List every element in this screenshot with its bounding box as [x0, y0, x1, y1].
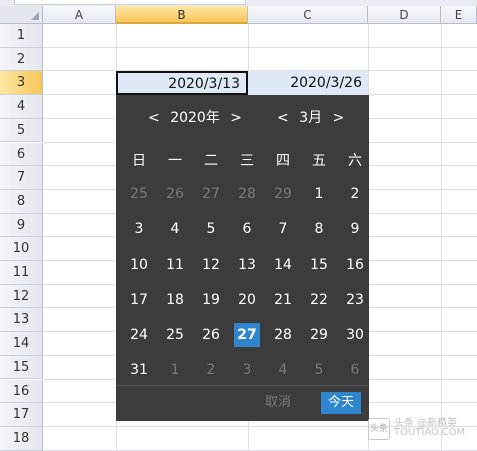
- prev-year-button[interactable]: <: [142, 110, 166, 126]
- day-cell-outside-month[interactable]: 25: [126, 182, 152, 206]
- watermark: 头条 头条 @新精英 TOUTIAO.COM: [368, 414, 477, 444]
- column-header-b[interactable]: B: [116, 6, 248, 24]
- day-cell[interactable]: 3: [126, 217, 152, 241]
- column-header-d[interactable]: D: [368, 6, 441, 24]
- day-cell[interactable]: 16: [342, 253, 368, 277]
- row-header-15[interactable]: 15: [0, 355, 43, 380]
- day-cell-outside-month[interactable]: 5: [306, 358, 332, 382]
- weekday-label: 五: [312, 153, 326, 169]
- weekday-label: 三: [240, 153, 254, 169]
- day-cell[interactable]: 17: [126, 288, 152, 312]
- day-cell[interactable]: 23: [342, 288, 368, 312]
- weekday-label: 日: [132, 153, 146, 169]
- day-cell-outside-month[interactable]: 26: [162, 182, 188, 206]
- column-header-a[interactable]: A: [43, 6, 116, 24]
- day-cell-outside-month[interactable]: 29: [270, 182, 296, 206]
- day-cell[interactable]: 14: [270, 253, 296, 277]
- weekday-label: 四: [276, 153, 290, 169]
- day-cell[interactable]: 2: [342, 182, 368, 206]
- row-header-5[interactable]: 5: [0, 118, 43, 143]
- row-header-16[interactable]: 16: [0, 379, 43, 404]
- row-header-3[interactable]: 3: [0, 71, 43, 96]
- next-month-button[interactable]: >: [327, 110, 351, 126]
- cell-c3[interactable]: 2020/3/26: [248, 71, 368, 95]
- column-header-c[interactable]: C: [248, 6, 368, 24]
- select-all-corner[interactable]: [0, 6, 43, 24]
- row-header-13[interactable]: 13: [0, 308, 43, 333]
- weekday-label: 二: [204, 153, 218, 169]
- year-nav: < 2020年 >: [142, 107, 248, 127]
- day-cell-outside-month[interactable]: 4: [270, 358, 296, 382]
- day-cell[interactable]: 21: [270, 288, 296, 312]
- day-cell[interactable]: 1: [306, 182, 332, 206]
- day-cell[interactable]: 7: [270, 217, 296, 241]
- row-header-17[interactable]: 17: [0, 403, 43, 427]
- toutiao-logo-icon: 头条: [368, 418, 390, 440]
- row-header-2[interactable]: 2: [0, 47, 43, 72]
- day-cell[interactable]: 25: [162, 323, 188, 347]
- row-header-1[interactable]: 1: [0, 24, 43, 48]
- formula-bar[interactable]: [14, 0, 246, 5]
- weekday-label: 六: [348, 153, 362, 169]
- row-header-12[interactable]: 12: [0, 284, 43, 309]
- day-cell[interactable]: 15: [306, 253, 332, 277]
- day-cell-outside-month[interactable]: 1: [162, 358, 188, 382]
- day-cell[interactable]: 18: [162, 288, 188, 312]
- day-cell[interactable]: 31: [126, 358, 152, 382]
- row-header-18[interactable]: 18: [0, 426, 43, 451]
- month-nav: < 3月 >: [271, 107, 350, 127]
- grid-line: [43, 449, 477, 451]
- watermark-line-2: TOUTIAO.COM: [394, 427, 466, 438]
- day-cell[interactable]: 10: [126, 253, 152, 277]
- day-cell[interactable]: 19: [198, 288, 224, 312]
- day-cell[interactable]: 20: [234, 288, 260, 312]
- next-year-button[interactable]: >: [224, 110, 248, 126]
- day-cell-today[interactable]: 27: [234, 323, 260, 347]
- day-cell[interactable]: 4: [162, 217, 188, 241]
- row-header-11[interactable]: 11: [0, 261, 43, 285]
- day-cell[interactable]: 9: [342, 217, 368, 241]
- day-cell-outside-month[interactable]: 3: [234, 358, 260, 382]
- date-picker: < 2020年 > < 3月 > 日一二三四五六 25 26 27 28 29 1 2 3 4 5…: [116, 95, 369, 421]
- day-cell[interactable]: 30: [342, 323, 368, 347]
- picker-footer-divider: [116, 385, 369, 386]
- day-cell[interactable]: 5: [198, 217, 224, 241]
- row-header-6[interactable]: 6: [0, 142, 43, 167]
- row-header-8[interactable]: 8: [0, 189, 43, 214]
- day-cell[interactable]: 8: [306, 217, 332, 241]
- day-cell-outside-month[interactable]: 2: [198, 358, 224, 382]
- day-cell[interactable]: 26: [198, 323, 224, 347]
- select-all-triangle-icon: [31, 12, 39, 20]
- day-cell[interactable]: 28: [270, 323, 296, 347]
- month-label: 3月: [299, 110, 323, 126]
- day-cell[interactable]: 13: [234, 253, 260, 277]
- row-header-9[interactable]: 9: [0, 213, 43, 238]
- cancel-button[interactable]: 取消: [258, 392, 298, 414]
- day-cell[interactable]: 29: [306, 323, 332, 347]
- day-cell[interactable]: 11: [162, 253, 188, 277]
- today-button[interactable]: 今天: [321, 392, 361, 414]
- weekday-label: 一: [168, 153, 182, 169]
- cell-b3[interactable]: 2020/3/13: [116, 71, 248, 95]
- year-label: 2020年: [170, 110, 220, 126]
- day-cell[interactable]: 12: [198, 253, 224, 277]
- row-header-10[interactable]: 10: [0, 237, 43, 261]
- spreadsheet: A B C D E 1 2 3 4 5 6 7 8 9 10 11 12 13 14 15 16 17 18 20…: [0, 0, 477, 451]
- prev-month-button[interactable]: <: [271, 110, 295, 126]
- column-header-e[interactable]: E: [441, 6, 477, 24]
- day-cell-outside-month[interactable]: 6: [342, 358, 368, 382]
- day-cell[interactable]: 6: [234, 217, 260, 241]
- day-cell-outside-month[interactable]: 27: [198, 182, 224, 206]
- row-header-14[interactable]: 14: [0, 332, 43, 356]
- day-cell-outside-month[interactable]: 28: [234, 182, 260, 206]
- grid-line: [441, 24, 442, 451]
- day-cell[interactable]: 24: [126, 323, 152, 347]
- row-header-4[interactable]: 4: [0, 95, 43, 119]
- grid-line: [43, 46, 477, 48]
- day-cell[interactable]: 22: [306, 288, 332, 312]
- row-header-7[interactable]: 7: [0, 166, 43, 190]
